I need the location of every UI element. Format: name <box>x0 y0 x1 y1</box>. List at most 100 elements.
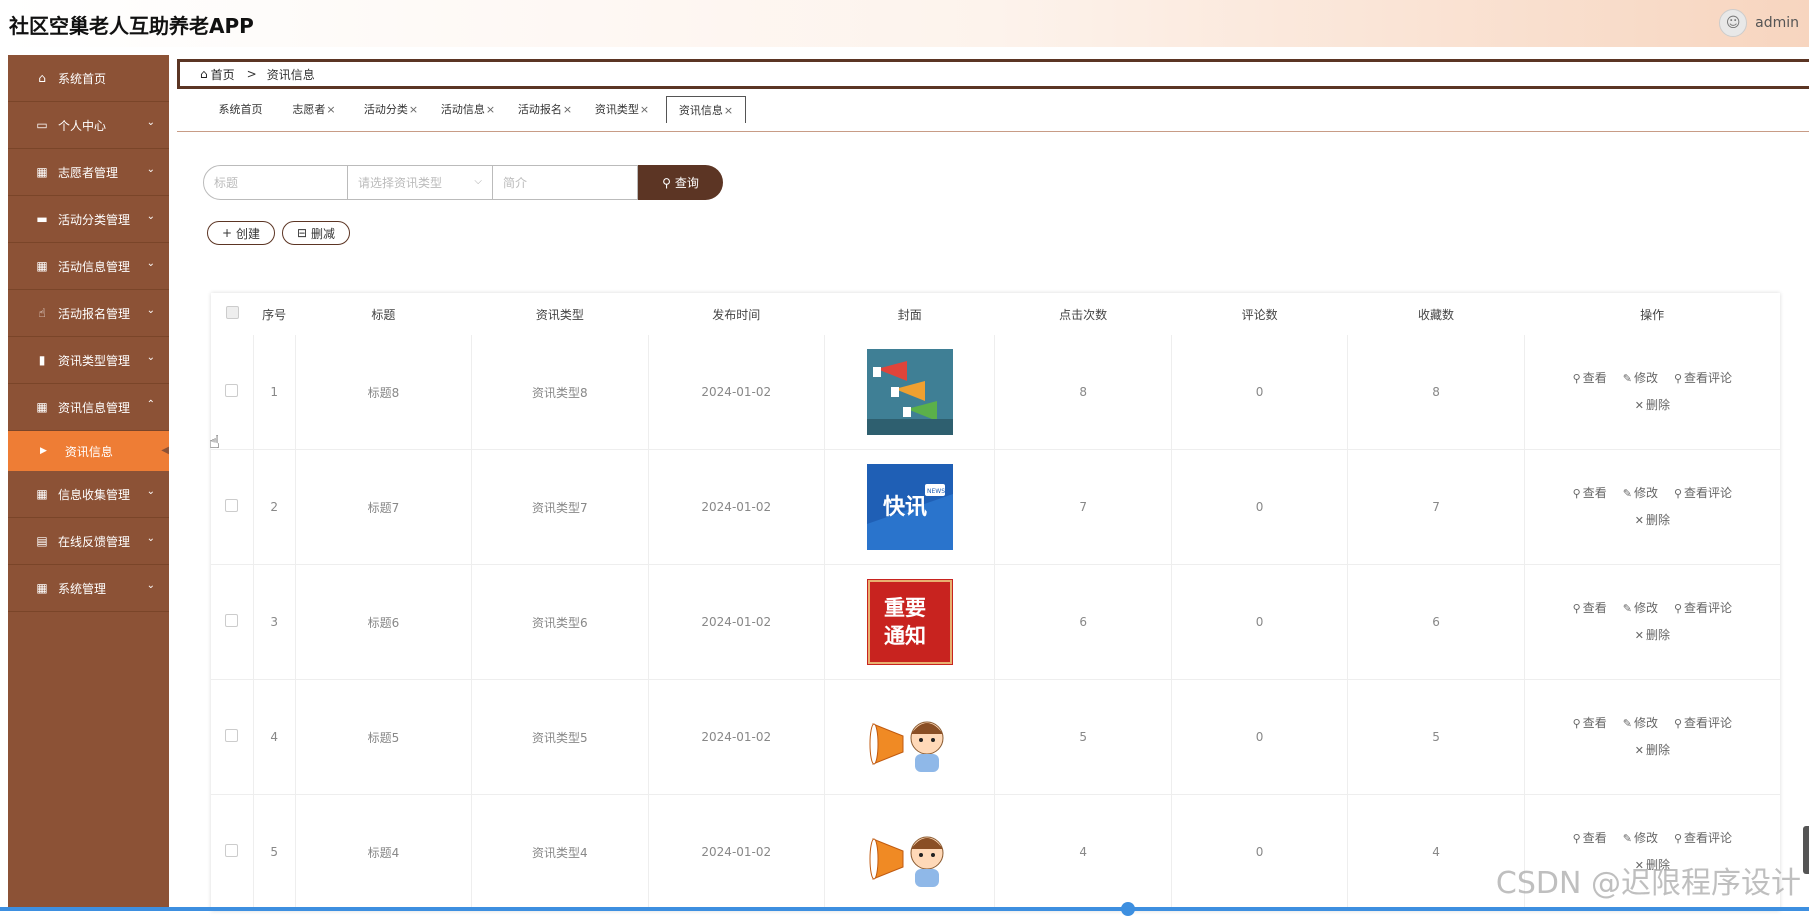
clipboard-icon: ▤ <box>36 534 48 548</box>
plus-icon: + <box>221 226 233 240</box>
row-checkbox[interactable] <box>211 679 254 795</box>
view-button[interactable]: ⚲ 查看 <box>1573 825 1607 852</box>
view-button[interactable]: ⚲ 查看 <box>1573 595 1607 622</box>
view-button[interactable]: ⚲ 查看 <box>1573 365 1607 392</box>
search-icon: ⚲ <box>1673 372 1683 385</box>
sidebar-item[interactable]: ▦ 系统管理 ⌄ <box>8 565 169 612</box>
close-icon: ✕ <box>1634 514 1644 527</box>
type-select[interactable]: 请选择资讯类型 ⌵ <box>348 165 493 200</box>
tab-label: 活动分类 <box>363 103 408 116</box>
breadcrumb-home[interactable]: ⌂ 首页 <box>200 66 235 83</box>
breadcrumb-home-label[interactable]: 首页 <box>211 66 235 83</box>
col-header: 评论数 <box>1241 307 1278 322</box>
cover-image[interactable]: 重要 通知 <box>866 579 953 665</box>
calendar-icon: ▭ <box>36 118 48 132</box>
chevron-icon: ⌃ <box>146 399 155 410</box>
view-comments-button[interactable]: ⚲ 查看评论 <box>1674 480 1732 507</box>
sidebar-subitem-news-info[interactable]: ▶ 资讯信息 ◀ <box>8 431 169 471</box>
tab-label: 志愿者 <box>292 103 326 116</box>
edit-label: 修改 <box>1633 831 1658 845</box>
select-all-checkbox[interactable] <box>211 293 253 335</box>
sidebar-item[interactable]: ⌂ 系统首页 <box>8 55 169 102</box>
view-comments-button[interactable]: ⚲ 查看评论 <box>1674 825 1732 852</box>
brief-search-input[interactable]: 简介 <box>493 165 638 200</box>
create-button[interactable]: + 创建 <box>207 221 275 245</box>
horizontal-scrollbar[interactable] <box>0 907 1809 911</box>
row-checkbox[interactable] <box>211 564 254 680</box>
sidebar-item[interactable]: ▭ 个人中心 ⌄ <box>8 102 169 149</box>
sidebar-item[interactable]: ▤ 在线反馈管理 ⌄ <box>8 518 169 565</box>
edit-button[interactable]: ✎ 修改 <box>1623 365 1658 392</box>
batch-delete-button[interactable]: ⊟ 删减 <box>282 221 350 245</box>
user-menu[interactable]: ☺ admin <box>1719 9 1799 37</box>
view-comments-button[interactable]: ⚲ 查看评论 <box>1674 710 1732 737</box>
view-button[interactable]: ⚲ 查看 <box>1573 710 1607 737</box>
view-comments-button[interactable]: ⚲ 查看评论 <box>1674 595 1732 622</box>
delete-button[interactable]: ✕ 删除 <box>1635 392 1670 419</box>
row-checkbox[interactable] <box>211 794 254 910</box>
sidebar-item[interactable]: ▮ 资讯类型管理 ⌄ <box>8 337 169 384</box>
close-icon: ✕ <box>1634 399 1644 412</box>
cover-image[interactable]: 快讯 NEWS <box>866 464 953 550</box>
close-icon[interactable]: × <box>326 103 335 116</box>
edit-button[interactable]: ✎ 修改 <box>1623 595 1658 622</box>
chevron-icon: ⌄ <box>146 533 155 544</box>
sidebar-item[interactable]: ▦ 信息收集管理 ⌄ <box>8 471 169 518</box>
user-name[interactable]: admin <box>1755 15 1799 31</box>
close-icon[interactable]: × <box>409 103 418 116</box>
search-icon: ⚲ <box>1572 717 1581 730</box>
sidebar-item-label: 系统管理 <box>58 581 107 596</box>
cell-comments: 0 <box>1170 335 1348 450</box>
cell-date: 2024-01-02 <box>647 449 825 565</box>
cell-comments: 0 <box>1170 449 1348 565</box>
close-icon[interactable]: × <box>486 103 495 116</box>
sidebar-item[interactable]: ▦ 资讯信息管理 ⌃ <box>8 384 169 431</box>
row-checkbox[interactable] <box>211 449 254 565</box>
watermark: CSDN @迟限程序设计 <box>1495 866 1801 901</box>
tab[interactable]: 资讯类型 × <box>588 97 656 121</box>
cell-favorites: 7 <box>1347 449 1525 565</box>
edit-button[interactable]: ✎ 修改 <box>1623 480 1658 507</box>
title-search-input[interactable]: 标题 <box>203 165 348 200</box>
cover-image[interactable] <box>866 349 953 435</box>
edit-button[interactable]: ✎ 修改 <box>1623 825 1658 852</box>
cell-operations: ⚲ 查看 ✎ 修改 ⚲ 查看评论 ✕ 删除 <box>1523 335 1780 450</box>
cover-image[interactable] <box>866 694 953 780</box>
delete-button[interactable]: ✕ 删除 <box>1635 622 1670 649</box>
view-button[interactable]: ⚲ 查看 <box>1573 480 1607 507</box>
cell-favorites: 8 <box>1347 335 1525 450</box>
tab[interactable]: 系统首页 <box>207 97 275 121</box>
cell-title: 标题4 <box>294 794 472 910</box>
pencil-icon: ✎ <box>1622 832 1632 845</box>
scrollbar-thumb[interactable] <box>1121 902 1135 916</box>
news-table: 序号 标题 资讯类型 发布时间 封面 点击次数 评论数 收藏数 操作 1 标题8 资讯类型8 2024… <box>211 293 1780 911</box>
tab[interactable]: 资讯信息 × <box>666 96 746 123</box>
search-button[interactable]: ⚲ 查询 <box>638 165 723 200</box>
close-icon[interactable]: × <box>563 103 572 116</box>
close-icon[interactable]: × <box>640 103 649 116</box>
delete-button[interactable]: ✕ 删除 <box>1635 507 1670 534</box>
sidebar-item[interactable]: ▬ 活动分类管理 ⌄ <box>8 196 169 243</box>
cell-no: 4 <box>252 679 296 795</box>
chevron-down-icon: ⌵ <box>474 176 482 187</box>
sidebar: ⌂ 系统首页 ▭ 个人中心 ⌄ ▦ 志愿者管理 ⌄ ▬ 活动分类管理 ⌄ ▦ 活动信息管理 ⌄ ☝ 活动报名管… <box>8 55 169 911</box>
view-comments-button[interactable]: ⚲ 查看评论 <box>1674 365 1732 392</box>
tab[interactable]: 活动报名 × <box>511 97 579 121</box>
tab[interactable]: 活动信息 × <box>434 97 502 121</box>
cover-image[interactable] <box>866 809 953 895</box>
delete-label: 删除 <box>1645 743 1670 757</box>
tab[interactable]: 活动分类 × <box>357 97 425 121</box>
sidebar-item[interactable]: ☝ 活动报名管理 ⌄ <box>8 290 169 337</box>
cell-comments: 0 <box>1170 679 1348 795</box>
tab[interactable]: 志愿者 × <box>284 97 344 121</box>
col-header-index: 序号 <box>262 307 287 322</box>
pencil-icon: ✎ <box>1622 487 1632 500</box>
sidebar-item[interactable]: ▦ 志愿者管理 ⌄ <box>8 149 169 196</box>
delete-button[interactable]: ✕ 删除 <box>1635 737 1670 764</box>
sidebar-item[interactable]: ▦ 活动信息管理 ⌄ <box>8 243 169 290</box>
edit-button[interactable]: ✎ 修改 <box>1623 710 1658 737</box>
side-scroll-handle[interactable] <box>1803 826 1809 874</box>
thumb-icon: ☝ <box>38 306 46 320</box>
avatar[interactable]: ☺ <box>1719 9 1748 37</box>
close-icon[interactable]: × <box>724 104 733 117</box>
